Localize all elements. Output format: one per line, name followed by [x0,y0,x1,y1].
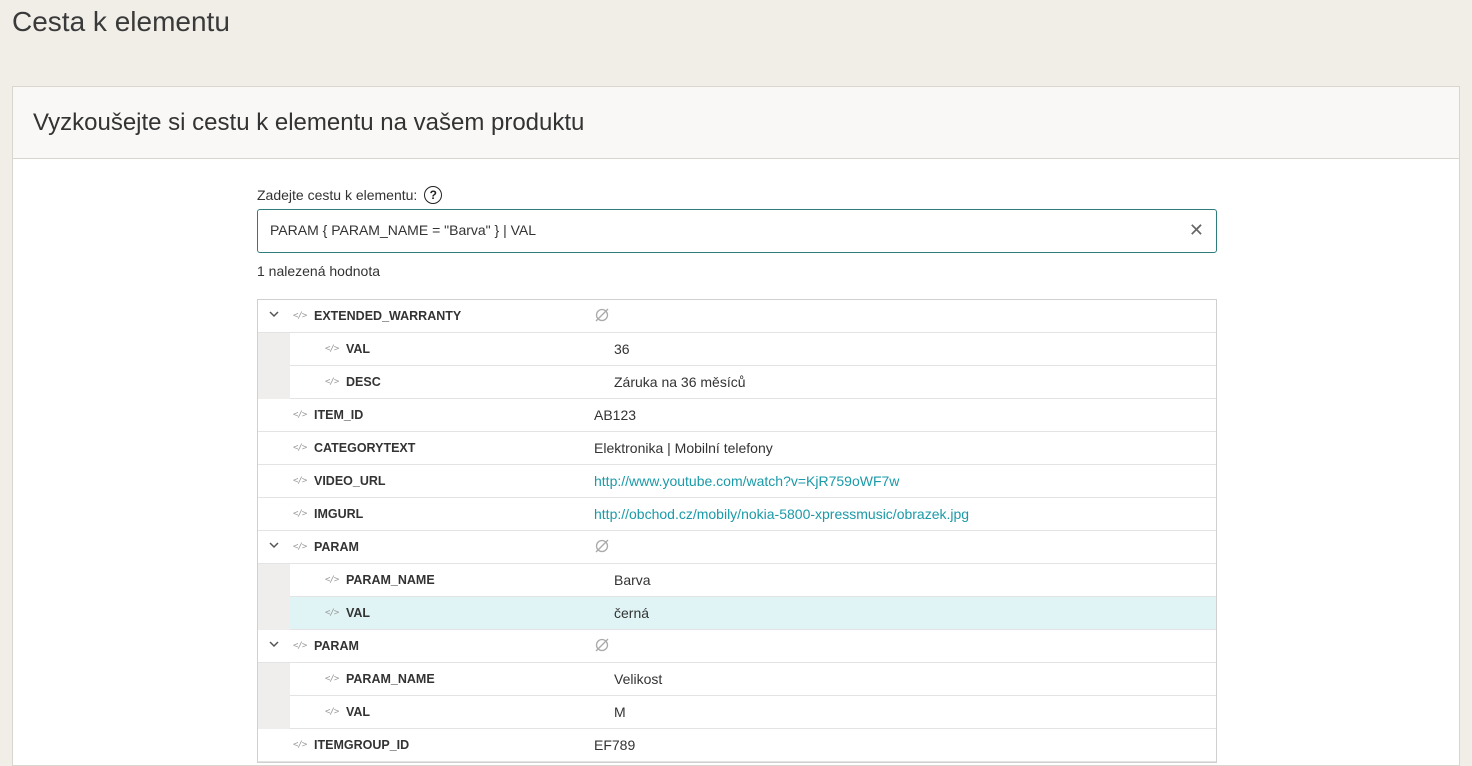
help-icon[interactable]: ? [424,186,443,204]
tree-row-val[interactable]: </> VAL M [290,696,1216,729]
path-input[interactable] [258,210,1170,250]
element-name: VAL [346,705,371,719]
element-value: 36 [614,341,630,357]
element-value: http://www.youtube.com/watch?v=KjR759oWF… [594,473,899,489]
code-icon: </> [293,311,307,321]
element-name: ITEMGROUP_ID [314,738,410,752]
tree-children-param: </> PARAM_NAME Velikost </> VAL M [258,663,1216,729]
chevron-down-icon[interactable] [268,539,280,551]
code-icon: </> [325,344,339,354]
code-icon: </> [293,542,307,552]
chevron-down-icon[interactable] [268,308,280,320]
code-icon: </> [293,476,307,486]
empty-set-icon [595,539,609,553]
tree-row-itemgroup-id[interactable]: </> ITEMGROUP_ID EF789 [258,729,1216,762]
element-name: VIDEO_URL [314,474,386,488]
code-icon: </> [293,641,307,651]
element-value: EF789 [594,737,636,753]
card-header: Vyzkoušejte si cestu k elementu na vašem… [13,87,1459,159]
element-value: Elektronika | Mobilní telefony [594,440,773,456]
path-tester-card: Vyzkoušejte si cestu k elementu na vašem… [12,86,1460,766]
tree-row-extended-warranty[interactable]: </> EXTENDED_WARRANTY [258,300,1216,333]
tree-row-param[interactable]: </> PARAM [258,531,1216,564]
tree-row-video-url[interactable]: </> VIDEO_URL http://www.youtube.com/wat… [258,465,1216,498]
element-name: EXTENDED_WARRANTY [314,309,462,323]
element-value: Barva [614,572,651,588]
code-icon: </> [325,707,339,717]
clear-icon[interactable]: ✕ [1189,220,1204,240]
tree-children-param: </> PARAM_NAME Barva </> VAL černá [258,564,1216,630]
code-icon: </> [293,509,307,519]
empty-set-icon [595,638,609,652]
tree-row-val-highlighted[interactable]: </> VAL černá [290,597,1216,630]
tree-row-desc[interactable]: </> DESC Záruka na 36 měsíců [290,366,1216,399]
tree-row-item-id[interactable]: </> ITEM_ID AB123 [258,399,1216,432]
element-name: DESC [346,375,381,389]
empty-set-icon [595,308,609,322]
tree-row-categorytext[interactable]: </> CATEGORYTEXT Elektronika | Mobilní t… [258,432,1216,465]
card-title: Vyzkoušejte si cestu k elementu na vašem… [33,108,585,136]
element-value: Velikost [614,671,663,687]
element-value: http://obchod.cz/mobily/nokia-5800-xpres… [594,506,969,522]
element-value: M [614,704,626,720]
result-count: 1 nalezená hodnota [257,263,380,279]
element-name: VAL [346,342,371,356]
code-icon: </> [325,575,339,585]
page-title: Cesta k elementu [12,6,230,37]
code-icon: </> [293,443,307,453]
path-field-label: Zadejte cestu k elementu: ? [257,186,443,204]
element-value: AB123 [594,407,637,423]
element-name: ITEM_ID [314,408,364,422]
tree-row-param[interactable]: </> PARAM [258,630,1216,663]
element-value: Záruka na 36 měsíců [614,374,746,390]
path-label-text: Zadejte cestu k elementu: [257,187,418,203]
tree-row-param-name[interactable]: </> PARAM_NAME Velikost [290,663,1216,696]
element-name: IMGURL [314,507,364,521]
chevron-down-icon[interactable] [268,638,280,650]
code-icon: </> [325,674,339,684]
imgurl-link[interactable]: http://obchod.cz/mobily/nokia-5800-xpres… [594,506,969,522]
element-name: VAL [346,606,371,620]
element-name: PARAM_NAME [346,573,435,587]
video-url-link[interactable]: http://www.youtube.com/watch?v=KjR759oWF… [594,473,899,489]
tree-row-param-name[interactable]: </> PARAM_NAME Barva [290,564,1216,597]
element-name: PARAM_NAME [346,672,435,686]
element-name: PARAM [314,639,359,653]
code-icon: </> [325,608,339,618]
tree-children-extended-warranty: </> VAL 36 </> DESC Záruka na 36 měsíců [258,333,1216,399]
element-name: CATEGORYTEXT [314,441,416,455]
code-icon: </> [325,377,339,387]
element-tree: </> EXTENDED_WARRANTY </> VAL 36 </> DES… [257,299,1217,763]
element-value: černá [614,605,650,621]
element-name: PARAM [314,540,359,554]
tree-row-imgurl[interactable]: </> IMGURL http://obchod.cz/mobily/nokia… [258,498,1216,531]
tree-row-val[interactable]: </> VAL 36 [290,333,1216,366]
path-input-wrapper: ✕ [257,209,1217,253]
code-icon: </> [293,410,307,420]
